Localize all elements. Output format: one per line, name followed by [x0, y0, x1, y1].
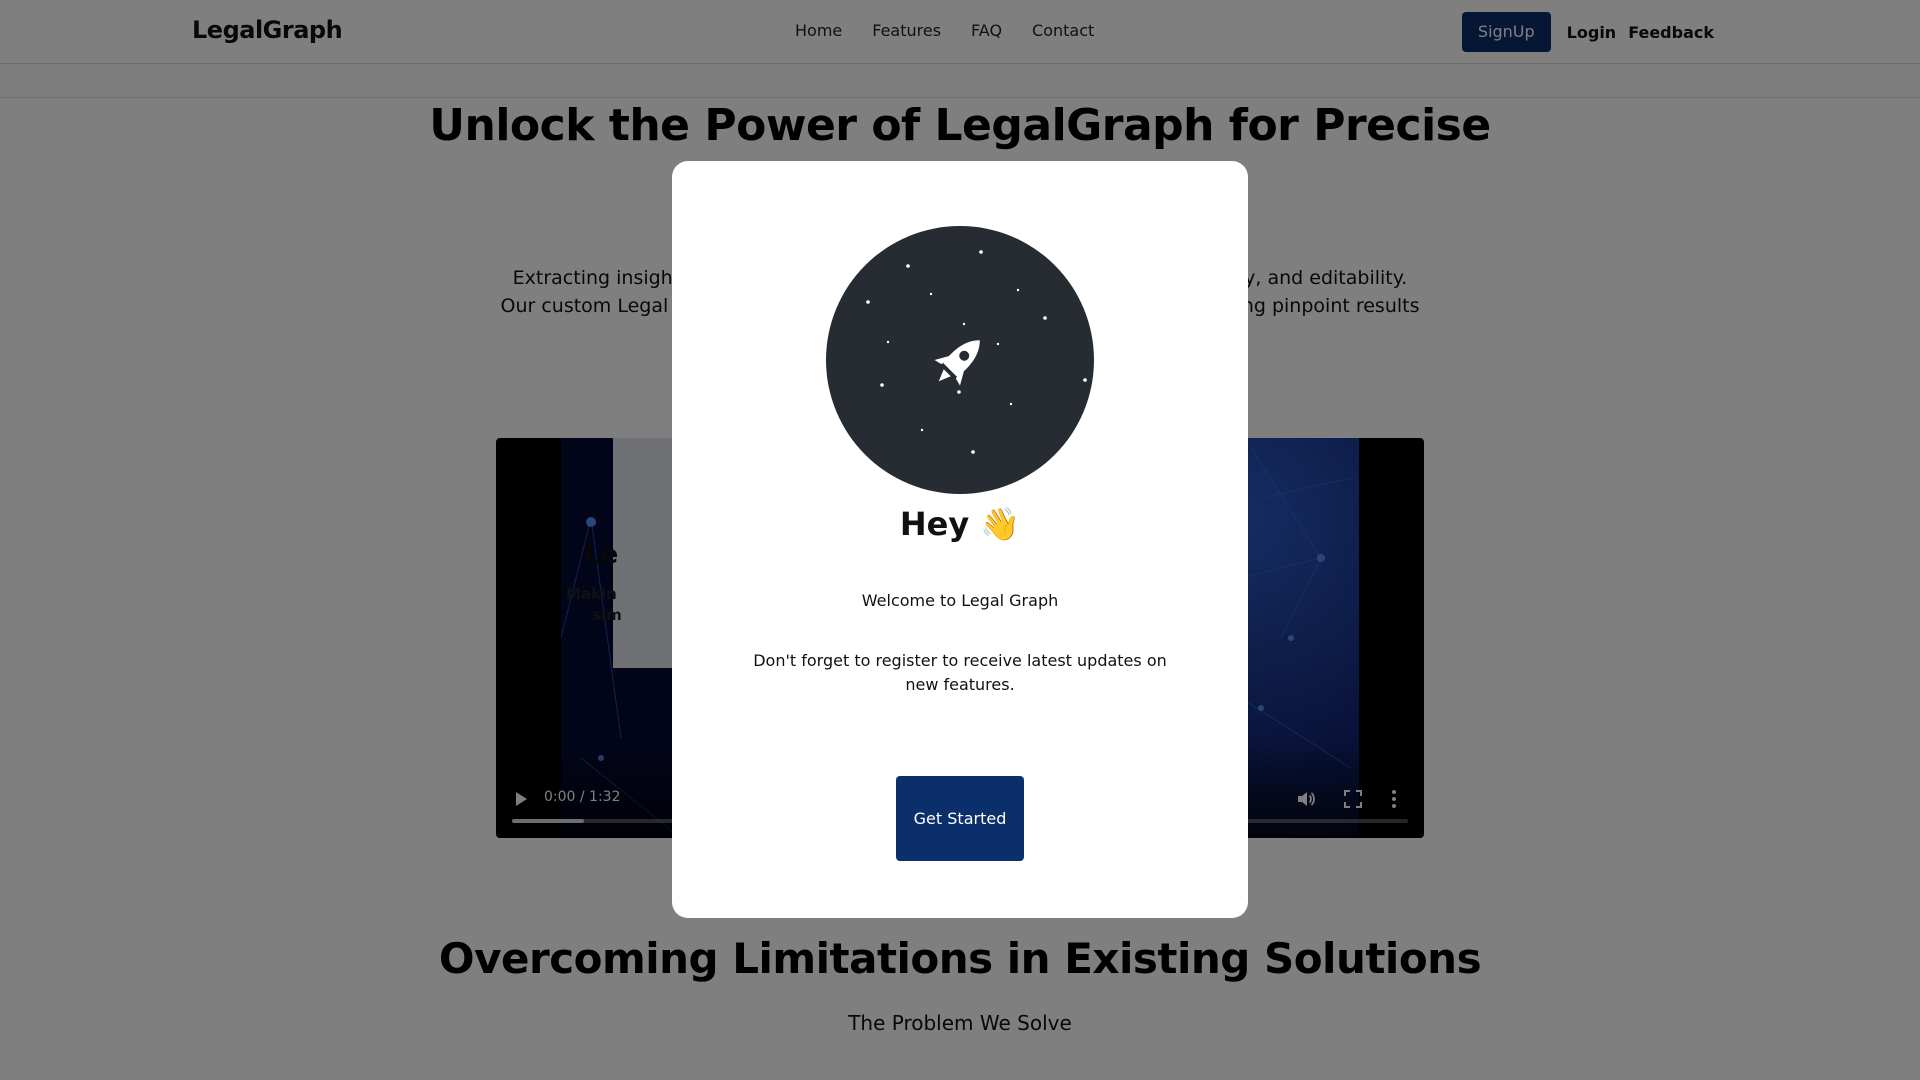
get-started-button[interactable]: Get Started [896, 776, 1024, 861]
modal-welcome-text: Welcome to Legal Graph [861, 591, 1059, 610]
rocket-icon [866, 250, 1087, 454]
modal-message: Don't forget to register to receive late… [753, 651, 1167, 694]
rocket-illustration [826, 226, 1094, 494]
welcome-modal: Hey 👋 Welcome to Legal Graph Don't forge… [672, 161, 1248, 918]
modal-greeting: Hey 👋 [899, 505, 1021, 543]
